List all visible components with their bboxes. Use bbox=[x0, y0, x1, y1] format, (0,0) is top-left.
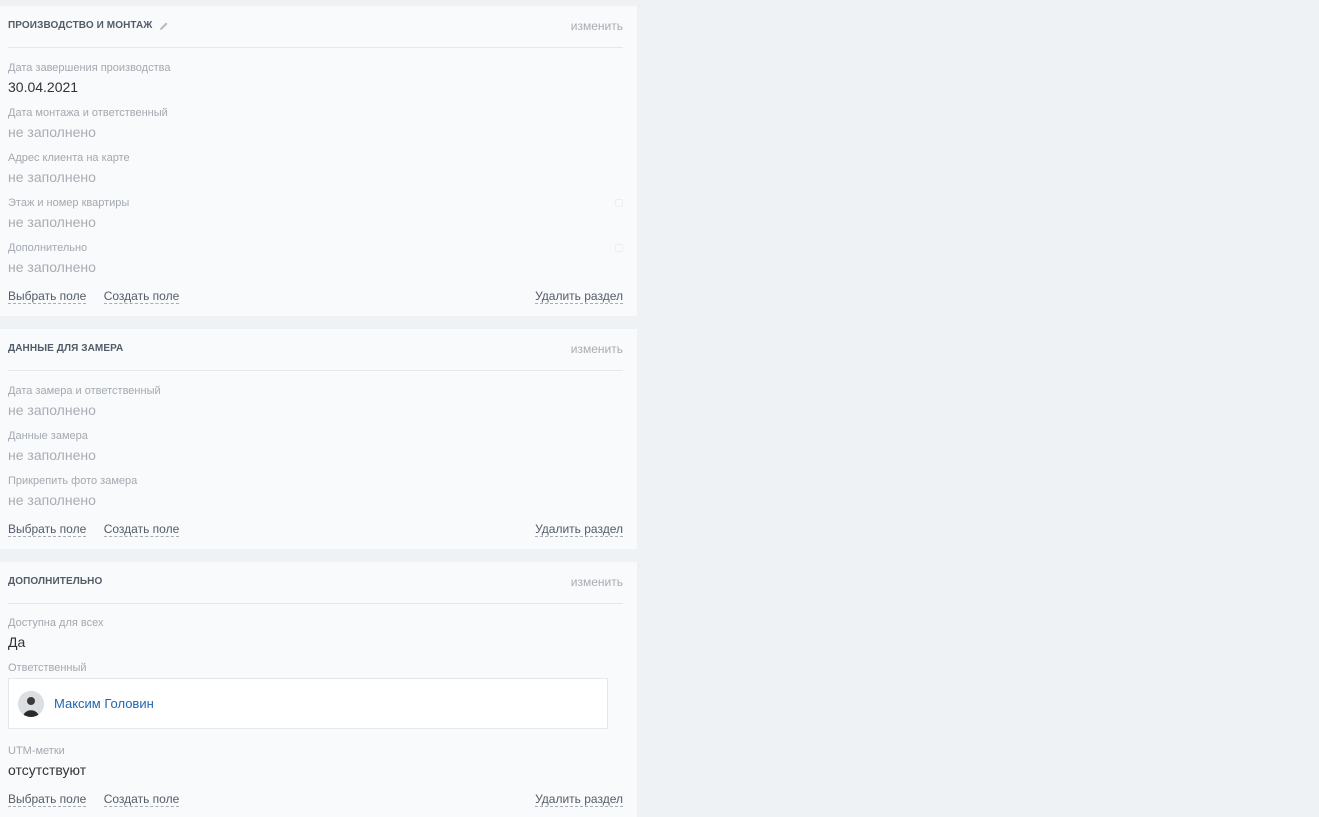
field-value: Да bbox=[8, 634, 26, 650]
section-title: ДАННЫЕ ДЛЯ ЗАМЕРА bbox=[8, 343, 123, 354]
field-installation-date[interactable]: Дата монтажа и ответственный не заполнен… bbox=[8, 107, 623, 141]
section-production-installation: ПРОИЗВОДСТВО И МОНТАЖ изменить Дата заве… bbox=[0, 6, 637, 316]
field-value: не заполнено bbox=[8, 402, 96, 418]
section-edit-link[interactable]: изменить bbox=[571, 19, 623, 33]
field-label: Дополнительно bbox=[8, 242, 88, 254]
section-header: ПРОИЗВОДСТВО И МОНТАЖ изменить bbox=[8, 6, 623, 48]
field-responsible: Ответственный bbox=[8, 662, 623, 675]
delete-section-link[interactable]: Удалить раздел bbox=[535, 522, 623, 537]
section-footer: Выбрать поле Создать поле Удалить раздел bbox=[8, 790, 623, 807]
field-additional[interactable]: Дополнительно не заполнено bbox=[8, 242, 623, 276]
field-value: не заполнено bbox=[8, 492, 96, 508]
drag-handle-icon[interactable] bbox=[615, 199, 623, 207]
field-label: Прикрепить фото замера bbox=[8, 475, 138, 487]
section-edit-link[interactable]: изменить bbox=[571, 342, 623, 356]
delete-section-link[interactable]: Удалить раздел bbox=[535, 289, 623, 304]
field-label: Дата завершения производства bbox=[8, 62, 171, 74]
create-field-link[interactable]: Создать поле bbox=[103, 289, 180, 304]
section-footer: Выбрать поле Создать поле Удалить раздел bbox=[8, 520, 623, 537]
drag-handle-icon[interactable] bbox=[615, 244, 623, 252]
field-label: Данные замера bbox=[8, 430, 88, 442]
user-avatar bbox=[18, 690, 44, 717]
section-title-text: ДАННЫЕ ДЛЯ ЗАМЕРА bbox=[8, 343, 124, 354]
create-field-link[interactable]: Создать поле bbox=[103, 792, 180, 807]
field-label: Доступна для всех bbox=[8, 617, 104, 629]
section-header: ДАННЫЕ ДЛЯ ЗАМЕРА изменить bbox=[8, 329, 623, 371]
user-name-link[interactable]: Максим Головин bbox=[54, 696, 154, 711]
section-measurement-data: ДАННЫЕ ДЛЯ ЗАМЕРА изменить Дата замера и… bbox=[0, 329, 637, 549]
delete-section-link[interactable]: Удалить раздел bbox=[535, 792, 623, 807]
field-client-address[interactable]: Адрес клиента на карте не заполнено bbox=[8, 152, 623, 186]
field-label: UTM-метки bbox=[8, 745, 65, 757]
field-utm-tags[interactable]: UTM-метки отсутствуют bbox=[8, 745, 623, 779]
section-edit-link[interactable]: изменить bbox=[571, 575, 623, 589]
field-floor-apartment[interactable]: Этаж и номер квартиры не заполнено bbox=[8, 197, 623, 231]
section-title: ПРОИЗВОДСТВО И МОНТАЖ bbox=[8, 20, 169, 31]
field-value: отсутствуют bbox=[8, 762, 87, 778]
field-measurement-date[interactable]: Дата замера и ответственный не заполнено bbox=[8, 385, 623, 419]
section-title: ДОПОЛНИТЕЛЬНО bbox=[8, 576, 102, 587]
field-label: Дата монтажа и ответственный bbox=[8, 107, 168, 119]
section-title-text: ПРОИЗВОДСТВО И МОНТАЖ bbox=[8, 20, 153, 31]
field-production-end-date[interactable]: Дата завершения производства 30.04.2021 bbox=[8, 62, 623, 96]
field-measurement-data[interactable]: Данные замера не заполнено bbox=[8, 430, 623, 464]
field-label: Ответственный bbox=[8, 662, 87, 674]
field-available-for-all[interactable]: Доступна для всех Да bbox=[8, 617, 623, 651]
field-value: не заполнено bbox=[8, 124, 96, 140]
field-value: не заполнено bbox=[8, 259, 96, 275]
responsible-user-card[interactable]: Максим Головин bbox=[8, 678, 608, 729]
field-label: Дата замера и ответственный bbox=[8, 385, 161, 397]
section-additional: ДОПОЛНИТЕЛЬНО изменить Доступна для всех… bbox=[0, 562, 637, 817]
section-header: ДОПОЛНИТЕЛЬНО изменить bbox=[8, 562, 623, 604]
pencil-icon[interactable] bbox=[159, 21, 169, 31]
field-label: Этаж и номер квартиры bbox=[8, 197, 130, 209]
select-field-link[interactable]: Выбрать поле bbox=[8, 522, 87, 537]
section-footer: Выбрать поле Создать поле Удалить раздел bbox=[8, 287, 623, 304]
field-label: Адрес клиента на карте bbox=[8, 152, 130, 164]
field-value: не заполнено bbox=[8, 447, 96, 463]
create-field-link[interactable]: Создать поле bbox=[103, 522, 180, 537]
field-value: не заполнено bbox=[8, 169, 96, 185]
section-title-text: ДОПОЛНИТЕЛЬНО bbox=[8, 576, 103, 587]
select-field-link[interactable]: Выбрать поле bbox=[8, 289, 87, 304]
field-measurement-photo[interactable]: Прикрепить фото замера не заполнено bbox=[8, 475, 623, 509]
field-value: 30.04.2021 bbox=[8, 79, 79, 95]
field-value: не заполнено bbox=[8, 214, 96, 230]
select-field-link[interactable]: Выбрать поле bbox=[8, 792, 87, 807]
